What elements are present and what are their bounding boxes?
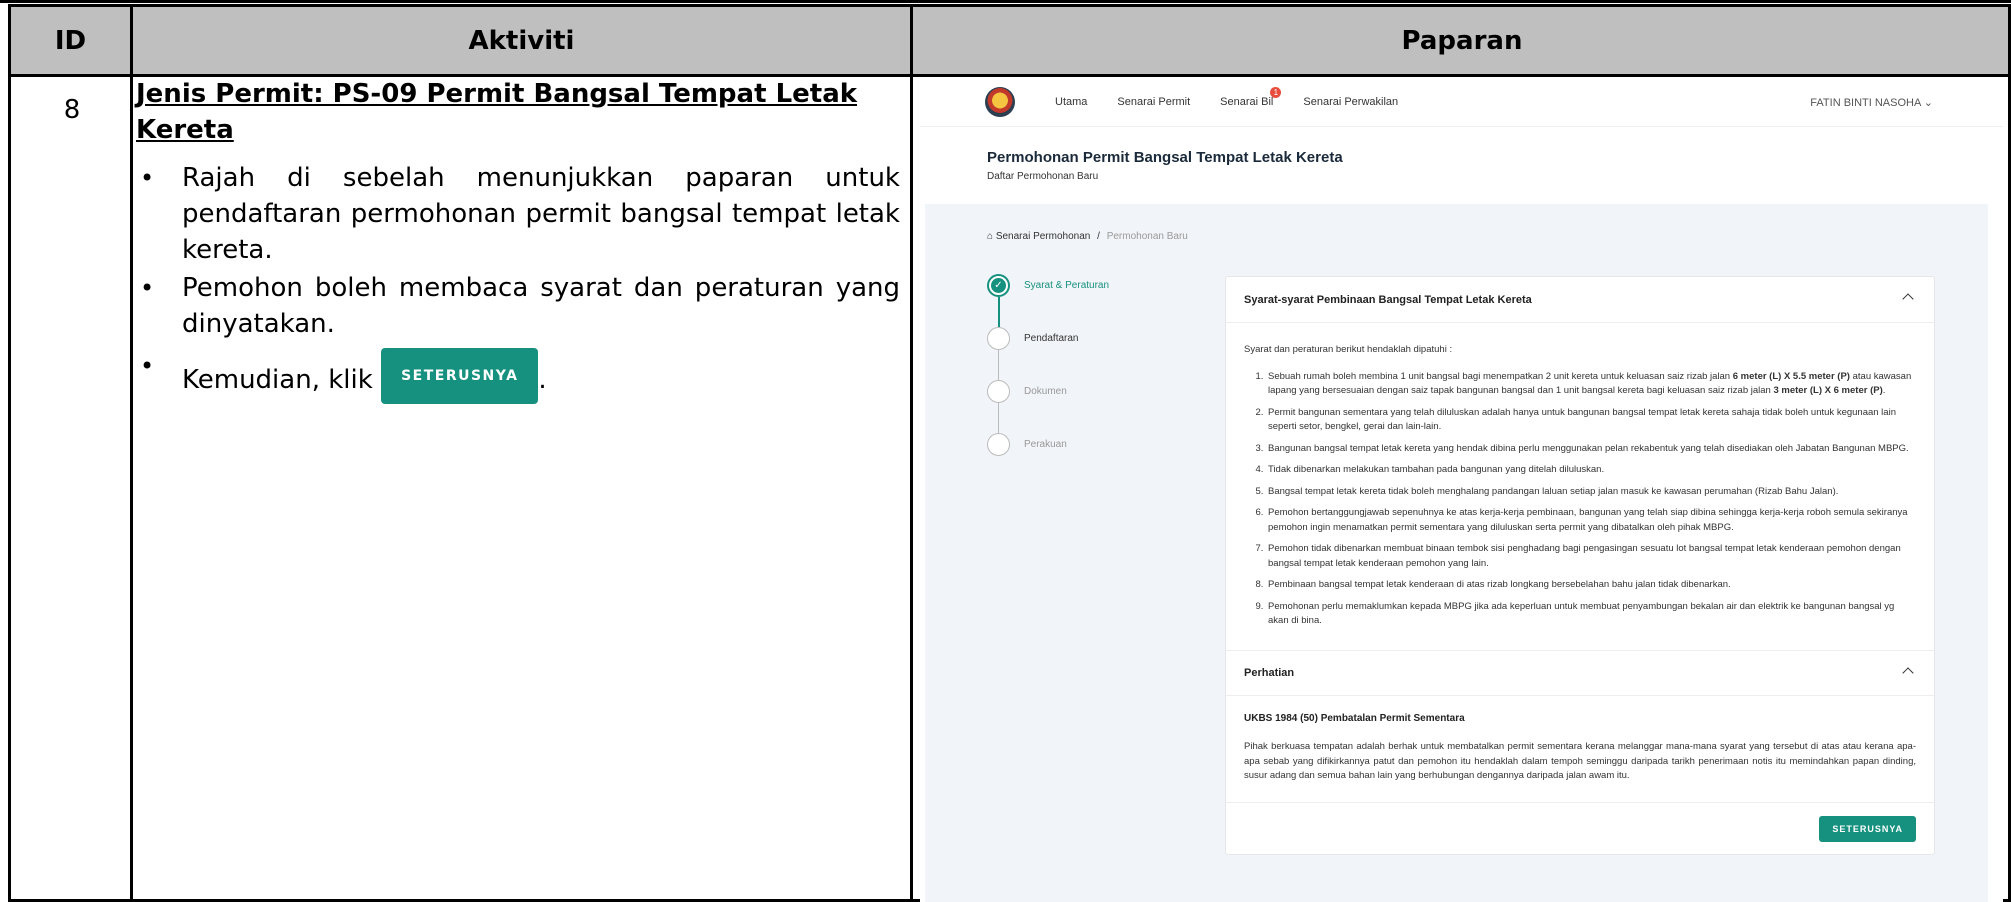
step-connector — [998, 403, 999, 433]
header-display: Paparan — [1401, 25, 1523, 56]
breadcrumb-current: Permohonan Baru — [1106, 231, 1188, 242]
breadcrumb-separator: / — [1097, 231, 1100, 242]
terms-accordion-header[interactable]: Syarat-syarat Pembinaan Bangsal Tempat L… — [1226, 277, 1934, 323]
user-name: FATIN BINTI NASOHA — [1810, 97, 1921, 109]
click-suffix: . — [538, 365, 547, 395]
card-footer: SETERUSNYA — [1226, 801, 1934, 854]
activity-bullet: Rajah di sebelah menunjukkan paparan unt… — [136, 160, 900, 268]
terms-card: Syarat-syarat Pembinaan Bangsal Tempat L… — [1225, 276, 1935, 855]
step-perakuan[interactable]: Perakuan — [987, 433, 1109, 486]
top-rule — [0, 0, 2011, 3]
term-item: Permit bangunan sementara yang telah dil… — [1266, 406, 1916, 435]
notice-heading: UKBS 1984 (50) Pembatalan Permit Sementa… — [1244, 712, 1465, 724]
home-icon: ⌂ — [987, 231, 994, 242]
activity-cell: Jenis Permit: PS-09 Permit Bangsal Tempa… — [136, 76, 900, 406]
column-divider — [130, 7, 133, 899]
page-subtitle: Daftar Permohonan Baru — [987, 171, 1099, 182]
nav-utama[interactable]: Utama — [1055, 96, 1087, 108]
seterusnya-button[interactable]: SETERUSNYA — [1819, 815, 1916, 842]
click-prefix: Kemudian, klik — [182, 365, 373, 395]
permit-type-title: Jenis Permit: PS-09 Permit Bangsal Tempa… — [136, 79, 858, 145]
notice-text: Pihak berkuasa tempatan adalah berhak un… — [1244, 741, 1916, 781]
activity-bullet: Pemohon boleh membaca syarat dan peratur… — [136, 270, 900, 342]
chevron-down-icon: ⌄ — [1923, 97, 1933, 109]
step-connector — [998, 297, 1000, 327]
term-item: Bangunan bangsal tempat letak kereta yan… — [1266, 442, 1916, 457]
notice-body: UKBS 1984 (50) Pembatalan Permit Sementa… — [1226, 696, 1934, 802]
mbpg-logo-icon[interactable] — [985, 86, 1015, 117]
breadcrumb: ⌂ Senarai Permohonan / Permohonan Baru — [987, 231, 1188, 242]
column-divider — [910, 7, 913, 899]
user-menu[interactable]: FATIN BINTI NASOHA ⌄ — [1810, 96, 1933, 109]
step-label: Syarat & Peraturan — [1024, 280, 1110, 291]
terms-intro: Syarat dan peraturan berikut hendaklah d… — [1244, 344, 1453, 355]
step-pending-icon — [987, 380, 1010, 403]
terms-list: Sebuah rumah boleh membina 1 unit bangsa… — [1244, 370, 1916, 629]
term-item: Pemohon bertanggungjawab sepenuhnya ke a… — [1266, 506, 1916, 535]
term-text: Sebuah rumah boleh membina 1 unit bangsa… — [1268, 370, 1733, 382]
top-navbar: Utama Senarai Permit Senarai Bil 1 Senara… — [920, 77, 2003, 127]
nav-senarai-perwakilan[interactable]: Senarai Perwakilan — [1303, 96, 1398, 108]
step-label: Pendaftaran — [1024, 333, 1079, 344]
bil-count-badge: 1 — [1270, 86, 1282, 98]
step-label: Dokumen — [1024, 386, 1067, 397]
chevron-up-icon — [1902, 666, 1914, 679]
seterusnya-button-illustration: SETERUSNYA — [381, 348, 539, 404]
step-label: Perakuan — [1024, 439, 1067, 450]
activity-bullet-click: Kemudian, klik SETERUSNYA. — [136, 348, 900, 404]
terms-title: Syarat-syarat Pembinaan Bangsal Tempat L… — [1244, 293, 1532, 306]
chevron-up-icon — [1902, 293, 1914, 305]
term-bold: 6 meter (L) X 5.5 meter (P) — [1732, 370, 1850, 382]
step-pending-icon — [987, 433, 1010, 456]
term-item: Pembinaan bangsal tempat letak kenderaan… — [1266, 578, 1916, 593]
row-id: 8 — [63, 95, 81, 125]
step-indicator: ✓ Syarat & Peraturan Pendaftaran Dokumen… — [987, 274, 1109, 486]
nav-senarai-permit[interactable]: Senarai Permit — [1117, 96, 1190, 108]
page-header: Permohonan Permit Bangsal Tempat Letak K… — [920, 127, 2003, 201]
step-pendaftaran[interactable]: Pendaftaran — [987, 327, 1109, 380]
step-syarat[interactable]: ✓ Syarat & Peraturan — [987, 274, 1109, 327]
content-area: ⌂ Senarai Permohonan / Permohonan Baru ✓… — [925, 204, 1988, 902]
nav-senarai-bil[interactable]: Senarai Bil 1 — [1220, 86, 1282, 108]
notice-accordion-header[interactable]: Perhatian — [1226, 649, 1934, 696]
breadcrumb-home[interactable]: Senarai Permohonan — [996, 231, 1091, 242]
term-item: Sebuah rumah boleh membina 1 unit bangsa… — [1266, 370, 1916, 399]
term-item: Tidak dibenarkan melakukan tambahan pada… — [1266, 463, 1916, 478]
terms-body: Syarat dan peraturan berikut hendaklah d… — [1226, 323, 1934, 650]
header-activity: Aktiviti — [468, 25, 575, 56]
term-item: Pemohonan perlu memaklumkan kepada MBPG … — [1266, 600, 1916, 629]
step-connector — [998, 350, 999, 380]
term-item: Pemohon tidak dibenarkan membuat binaan … — [1266, 542, 1916, 571]
term-item: Bangsal tempat letak kereta tidak boleh … — [1266, 485, 1916, 500]
notice-title: Perhatian — [1244, 666, 1295, 679]
app-screenshot: Utama Senarai Permit Senarai Bil 1 Senara… — [920, 77, 2003, 902]
term-bold: 3 meter (L) X 6 meter (P) — [1773, 385, 1883, 396]
activity-list: Rajah di sebelah menunjukkan paparan unt… — [136, 160, 900, 404]
term-text: . — [1882, 385, 1886, 396]
step-done-icon: ✓ — [987, 274, 1010, 297]
page-title: Permohonan Permit Bangsal Tempat Letak K… — [987, 149, 1343, 166]
step-pending-icon — [987, 327, 1010, 350]
header-id: ID — [54, 25, 87, 56]
step-dokumen[interactable]: Dokumen — [987, 380, 1109, 433]
nav-senarai-bil-label: Senarai Bil — [1220, 95, 1274, 108]
